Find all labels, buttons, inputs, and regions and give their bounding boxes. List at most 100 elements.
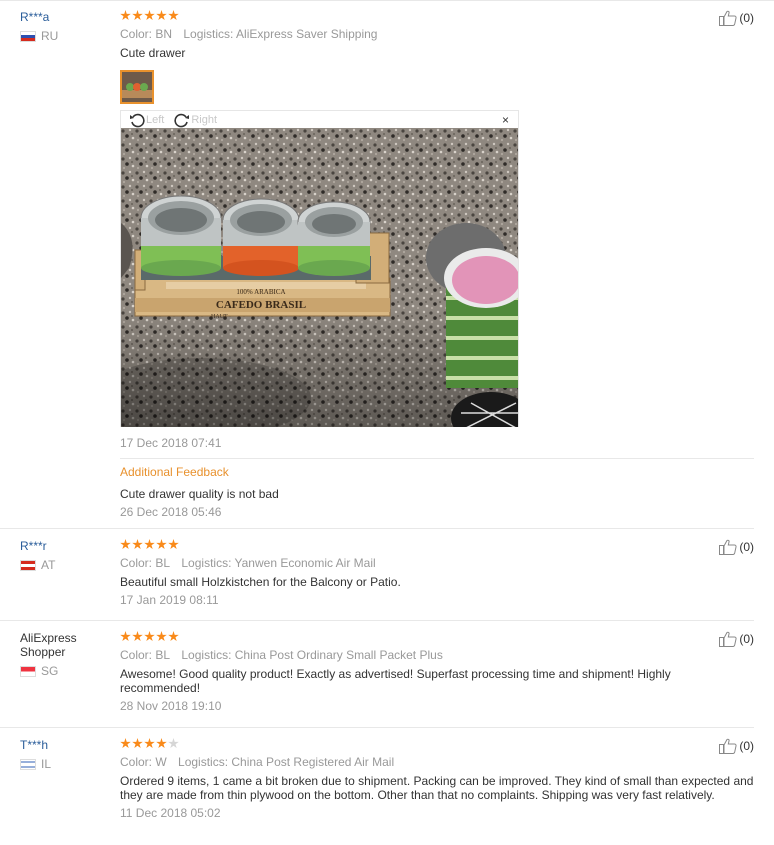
- thumbs-up-icon: [719, 10, 737, 26]
- thumbs-up-icon: [719, 631, 737, 647]
- star-filled-icon: [132, 10, 143, 21]
- crate-text-2: CAFEDO BRASIL: [216, 299, 306, 311]
- review-divider: [0, 727, 754, 728]
- logistics-info: Logistics: China Post Registered Air Mai…: [178, 755, 395, 769]
- reviewer-info: R***a RU: [20, 10, 110, 43]
- country-code: AT: [41, 558, 56, 572]
- reviewer-country: RU: [20, 29, 110, 43]
- color-info: Color: W: [120, 755, 167, 769]
- star-filled-icon: [156, 631, 167, 642]
- reviewer-country: IL: [20, 757, 110, 771]
- close-icon[interactable]: ×: [502, 113, 509, 127]
- star-filled-icon: [120, 631, 131, 642]
- review-1-footer: 17 Dec 2018 07:41 Additional Feedback Cu…: [120, 436, 754, 519]
- additional-divider: [120, 458, 754, 459]
- flag-at-icon: [20, 559, 36, 571]
- logistics-info: Logistics: AliExpress Saver Shipping: [183, 27, 378, 41]
- star-filled-icon: [168, 10, 179, 21]
- thumbnail-image: [122, 72, 152, 102]
- review-photo-thumbnail[interactable]: [120, 70, 154, 104]
- top-divider: [0, 0, 774, 1]
- star-filled-icon: [132, 631, 143, 642]
- additional-feedback-label: Additional Feedback: [120, 465, 229, 479]
- thumbs-up-icon: [719, 539, 737, 555]
- star-filled-icon: [144, 631, 155, 642]
- star-rating: [120, 631, 754, 643]
- rotate-right-label: Right: [191, 114, 218, 126]
- country-code: RU: [41, 29, 59, 43]
- review-meta: Color: BL Logistics: China Post Ordinary…: [120, 648, 754, 662]
- review-text: Ordered 9 items, 1 came a bit broken due…: [120, 774, 754, 802]
- star-filled-icon: [132, 539, 143, 550]
- reviewer-name-line1: AliExpress: [20, 631, 77, 645]
- reviewer-info: R***r AT: [20, 539, 110, 572]
- review-date: 28 Nov 2018 19:10: [120, 699, 222, 713]
- viewer-toolbar: Left Right ×: [121, 111, 518, 129]
- helpful-count: (0): [739, 11, 754, 25]
- review-date: 11 Dec 2018 05:02: [120, 806, 221, 820]
- reviewer-country: SG: [20, 664, 110, 678]
- reviewer-name[interactable]: T***h: [20, 738, 110, 752]
- star-filled-icon: [156, 738, 167, 749]
- rotate-right-button[interactable]: Right: [174, 112, 217, 128]
- rotate-left-label: Left: [146, 114, 165, 126]
- review-meta: Color: BN Logistics: AliExpress Saver Sh…: [120, 27, 754, 41]
- star-filled-icon: [144, 539, 155, 550]
- star-rating: [120, 539, 754, 551]
- additional-feedback-text: Cute drawer quality is not bad: [120, 487, 279, 501]
- reviewer-name[interactable]: R***r: [20, 539, 110, 553]
- helpful-button[interactable]: (0): [719, 738, 754, 754]
- helpful-count: (0): [739, 632, 754, 646]
- review-content: Color: BL Logistics: China Post Ordinary…: [120, 631, 754, 713]
- color-info: Color: BL: [120, 648, 171, 662]
- star-filled-icon: [120, 738, 131, 749]
- star-empty-icon: [168, 738, 179, 749]
- review-content: Color: BN Logistics: AliExpress Saver Sh…: [120, 10, 754, 60]
- review-text: Beautiful small Holzkistchen for the Bal…: [120, 575, 401, 589]
- helpful-button[interactable]: (0): [719, 539, 754, 555]
- image-viewer: Left Right × 100% ARABICA CAFEDO BRASIL …: [120, 110, 519, 427]
- logistics-info: Logistics: Yanwen Economic Air Mail: [181, 556, 376, 570]
- star-filled-icon: [168, 539, 179, 550]
- review-content: Color: W Logistics: China Post Registere…: [120, 738, 754, 820]
- helpful-button[interactable]: (0): [719, 631, 754, 647]
- star-filled-icon: [156, 539, 167, 550]
- review-date: 17 Dec 2018 07:41: [120, 436, 222, 450]
- star-filled-icon: [132, 738, 143, 749]
- flag-sg-icon: [20, 665, 36, 677]
- rotate-left-icon: [130, 113, 145, 128]
- helpful-button[interactable]: (0): [719, 10, 754, 26]
- star-filled-icon: [120, 10, 131, 21]
- reviewer-info: T***h IL: [20, 738, 110, 771]
- review-meta: Color: W Logistics: China Post Registere…: [120, 755, 754, 769]
- flag-ru-icon: [20, 30, 36, 42]
- helpful-count: (0): [739, 540, 754, 554]
- country-code: IL: [41, 757, 52, 771]
- star-filled-icon: [156, 10, 167, 21]
- color-info: Color: BN: [120, 27, 173, 41]
- rotate-left-button[interactable]: Left: [129, 112, 164, 128]
- review-divider: [0, 620, 754, 621]
- review-divider: [0, 528, 754, 529]
- review-photo: 100% ARABICA CAFEDO BRASIL HAUT: [121, 128, 518, 427]
- review-text: Cute drawer: [120, 46, 186, 60]
- reviewer-name-line2: Shopper: [20, 645, 66, 659]
- additional-feedback-date: 26 Dec 2018 05:46: [120, 505, 222, 519]
- logistics-info: Logistics: China Post Ordinary Small Pac…: [181, 648, 443, 662]
- helpful-count: (0): [739, 739, 754, 753]
- rotate-right-icon: [174, 113, 190, 128]
- color-info: Color: BL: [120, 556, 171, 570]
- review-meta: Color: BL Logistics: Yanwen Economic Air…: [120, 556, 754, 570]
- star-filled-icon: [168, 631, 179, 642]
- star-rating: [120, 10, 754, 22]
- review-text: Awesome! Good quality product! Exactly a…: [120, 667, 671, 695]
- review-content: Color: BL Logistics: Yanwen Economic Air…: [120, 539, 754, 607]
- reviewer-name[interactable]: R***a: [20, 10, 110, 24]
- crate-text-3: HAUT: [211, 314, 228, 320]
- reviewer-country: AT: [20, 558, 110, 572]
- star-filled-icon: [144, 738, 155, 749]
- star-filled-icon: [120, 539, 131, 550]
- crate-text-1: 100% ARABICA: [236, 288, 285, 296]
- review-date: 17 Jan 2019 08:11: [120, 593, 219, 607]
- flag-il-icon: [20, 758, 36, 770]
